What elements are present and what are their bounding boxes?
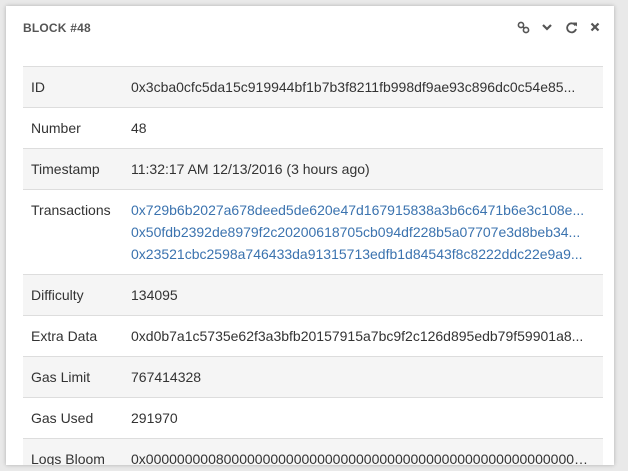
- row-label-extra-data: Extra Data: [31, 328, 98, 344]
- panel-toolbar: [516, 20, 602, 34]
- chevron-down-icon[interactable]: [540, 20, 554, 34]
- row-label-gas-limit: Gas Limit: [31, 369, 91, 385]
- close-icon[interactable]: [588, 20, 602, 34]
- row-value-extra-data: 0xd0b7a1c5735e62f3a3bfb20157915a7bc9f2c1…: [131, 328, 584, 344]
- table-row: Extra Data 0xd0b7a1c5735e62f3a3bfb201579…: [23, 315, 603, 357]
- table-row: ID 0x3cba0cfc5da15c919944bf1b7b3f8211fb9…: [23, 66, 603, 108]
- row-value-gas-limit: 767414328: [131, 369, 202, 385]
- block-details: ID 0x3cba0cfc5da15c919944bf1b7b3f8211fb9…: [23, 66, 603, 465]
- transaction-link[interactable]: 0x23521cbc2598a746433da91315713edfb1d845…: [131, 243, 593, 265]
- row-label-difficulty: Difficulty: [31, 287, 84, 303]
- row-label-transactions: Transactions: [31, 202, 111, 218]
- row-value-difficulty: 134095: [131, 287, 178, 303]
- row-label-logs-bloom: Logs Bloom: [31, 451, 105, 465]
- row-label-gas-used: Gas Used: [31, 410, 94, 426]
- row-value-id: 0x3cba0cfc5da15c919944bf1b7b3f8211fb998d…: [131, 79, 576, 95]
- transactions-list: 0x729b6b2027a678deed5de620e47d167915838a…: [131, 190, 593, 274]
- block-panel: BLOCK #48 ID 0x3cba0cfc5da15c919944bf1b7…: [6, 6, 614, 465]
- row-label-timestamp: Timestamp: [31, 161, 100, 177]
- table-row: Difficulty 134095: [23, 274, 603, 316]
- block-details-table: ID 0x3cba0cfc5da15c919944bf1b7b3f8211fb9…: [23, 66, 603, 465]
- refresh-icon[interactable]: [564, 20, 578, 34]
- table-row: Gas Used 291970: [23, 397, 603, 439]
- transaction-link[interactable]: 0x50fdb2392de8979f2c20200618705cb094df22…: [131, 221, 593, 243]
- table-row: Timestamp 11:32:17 AM 12/13/2016 (3 hour…: [23, 148, 603, 190]
- panel-header: BLOCK #48: [6, 6, 614, 51]
- row-value-gas-used: 291970: [131, 410, 178, 426]
- link-icon[interactable]: [516, 20, 530, 34]
- row-value-timestamp: 11:32:17 AM 12/13/2016 (3 hours ago): [131, 161, 370, 177]
- table-row: Number 48: [23, 107, 603, 149]
- transaction-link[interactable]: 0x729b6b2027a678deed5de620e47d167915838a…: [131, 199, 593, 221]
- row-label-id: ID: [31, 79, 45, 95]
- panel-title: BLOCK #48: [23, 21, 91, 35]
- table-row: Transactions 0x729b6b2027a678deed5de620e…: [23, 189, 603, 275]
- table-row: Logs Bloom 0x000000000800000000000000000…: [23, 438, 603, 465]
- row-value-number: 48: [131, 120, 147, 136]
- row-label-number: Number: [31, 120, 81, 136]
- table-row: Gas Limit 767414328: [23, 356, 603, 398]
- row-value-logs-bloom: 0x00000000080000000000000000000000000000…: [131, 451, 593, 465]
